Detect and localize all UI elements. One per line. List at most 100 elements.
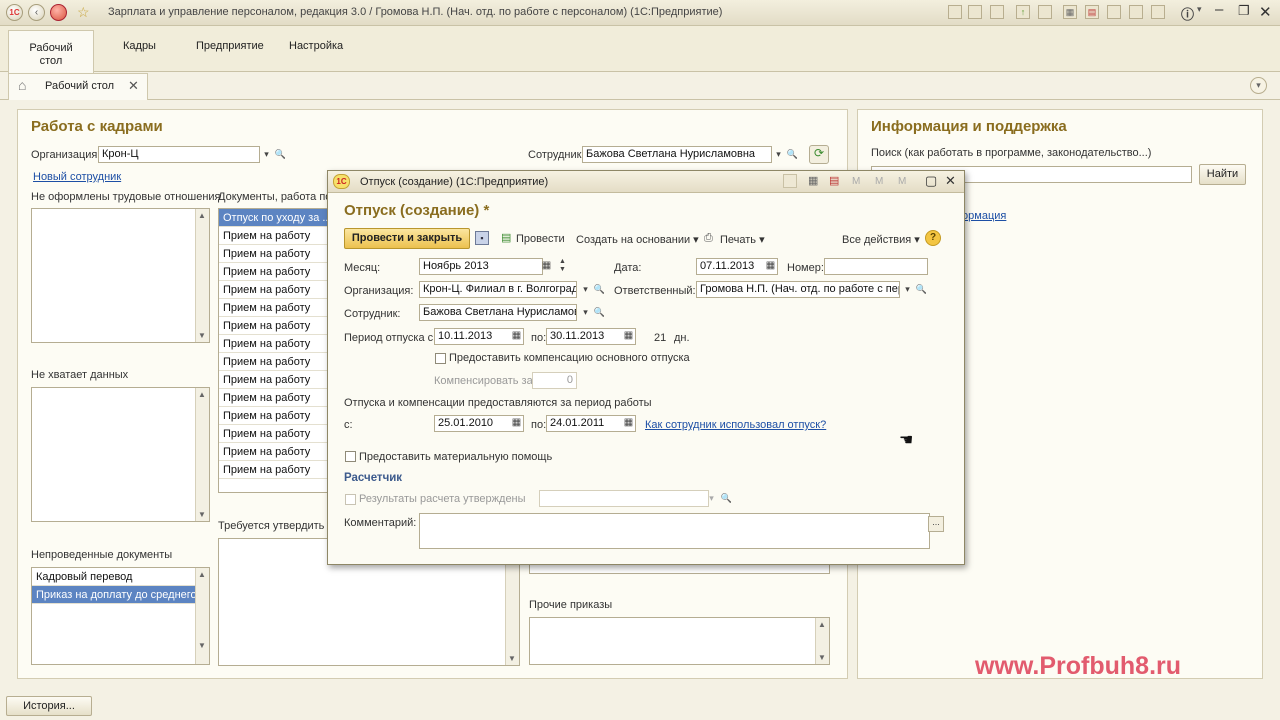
post-and-close-button[interactable]: Провести и закрыть [344,228,470,249]
used-vacation-link[interactable]: Как сотрудник использовал отпуск? [645,419,826,431]
unposted-list[interactable]: Кадровый перевод Приказ на доплату до ср… [31,567,210,665]
doc-list-item[interactable]: Прием на работу [219,227,329,245]
find-button[interactable]: Найти [1199,164,1246,185]
calc-results-checkbox[interactable] [345,494,356,505]
dropdown-icon[interactable]: ▾ [1197,4,1202,15]
org-field[interactable]: Крон-Ц. Филиал в г. Волгоград [419,281,577,298]
minimize-icon[interactable]: – [1215,1,1223,18]
calendar-icon[interactable]: ▦ [509,416,524,431]
save-icon[interactable]: ▪ [475,231,489,245]
doc-list-item[interactable]: Прием на работу [219,389,329,407]
close-icon[interactable]: ✕ [1259,3,1272,21]
employee-field[interactable]: Бажова Светлана Нурисламовна [419,304,577,321]
employee-field[interactable]: Бажова Светлана Нурисламовна [582,146,772,163]
nav-icon[interactable] [948,5,962,19]
forward-icon[interactable] [50,4,67,21]
search-icon[interactable]: 🔍 [719,491,734,506]
zoom-icon[interactable] [1151,5,1165,19]
dropdown-icon[interactable]: ▾ [259,147,274,162]
dropdown-icon[interactable]: ▾ [704,491,719,506]
create-based-button[interactable]: Создать на основании ▾ [576,233,699,246]
new-employee-link[interactable]: Новый сотрудник [33,171,121,183]
calendar-icon[interactable]: ▦ [763,259,778,274]
zoom-icon[interactable] [1107,5,1121,19]
scrollbar[interactable]: ▲▼ [195,568,209,664]
section-home[interactable]: Рабочий стол [8,30,94,73]
maximize-icon[interactable]: ▢ [925,173,937,189]
nav-icon[interactable] [990,5,1004,19]
doc-list-item[interactable]: Прием на работу [219,425,329,443]
zoom-icon[interactable]: M [875,176,883,187]
scrollbar[interactable]: ▲▼ [815,618,829,664]
doc-list-item[interactable]: Прием на работу [219,263,329,281]
printer-icon[interactable]: ⎙ [704,232,713,245]
calculator-icon[interactable]: ▦ [808,174,818,187]
1c-logo-icon[interactable]: 1С [6,4,23,21]
number-field[interactable] [824,258,928,275]
calculator-icon[interactable]: ▦ [1063,5,1077,19]
month-field[interactable]: Ноябрь 2013 [419,258,543,275]
scrollbar[interactable]: ▲▼ [195,209,209,342]
dropdown-icon[interactable]: ▾ [900,282,915,297]
spin-icon[interactable]: ▲ ▼ [555,258,570,273]
doc-list-item[interactable]: Прием на работу [219,317,329,335]
all-actions-button[interactable]: Все действия ▾ [842,233,920,246]
search-icon[interactable]: 🔍 [785,147,800,162]
doc-list-item[interactable]: Прием на работу [219,281,329,299]
calendar-icon[interactable]: ▦ [621,329,636,344]
scrollbar[interactable]: ▲▼ [195,388,209,521]
missing-data-list[interactable]: ▲ ▼ [31,387,210,522]
calendar-icon[interactable]: ▤ [829,174,839,187]
help-icon[interactable]: ? [925,230,941,246]
doc-list-item[interactable]: Отпуск по уходу за ... [219,209,329,227]
maximize-icon[interactable]: ❐ [1238,3,1250,19]
tab-desktop[interactable]: ⌂ Рабочий стол ✕ [8,73,148,100]
doc-list-item[interactable]: Прием на работу [219,353,329,371]
other-orders-list[interactable]: ▲ ▼ [529,617,830,665]
close-icon[interactable]: ✕ [945,173,956,189]
post-icon[interactable]: ▤ [501,231,511,244]
back-icon[interactable]: ‹ [28,4,45,21]
doc-list-item[interactable]: Прием на работу [219,461,329,479]
print-button[interactable]: Печать ▾ [720,233,765,246]
section-hr[interactable]: Кадры [123,40,156,52]
calendar-icon[interactable]: ▦ [621,416,636,431]
doc-list-item[interactable]: Прием на работу [219,245,329,263]
calc-results-field[interactable] [539,490,709,507]
section-enterprise[interactable]: Предприятие [196,40,264,52]
history-button[interactable]: История... [6,696,92,716]
dropdown-icon[interactable]: ▾ [578,305,593,320]
refresh-icon[interactable]: ⟳ [809,145,829,164]
comment-field[interactable] [419,513,930,549]
no-employment-list[interactable]: ▲ ▼ [31,208,210,343]
post-button[interactable]: Провести [516,233,565,245]
search-icon[interactable]: 🔍 [914,282,929,297]
search-icon[interactable]: 🔍 [273,147,288,162]
calendar-icon[interactable]: ▤ [1085,5,1099,19]
search-icon[interactable]: 🔍 [592,305,607,320]
search-icon[interactable]: 🔍 [592,282,607,297]
calendar-icon[interactable]: ▦ [539,259,554,274]
org-field[interactable]: Крон-Ц [98,146,260,163]
doc-list-item[interactable]: Прием на работу [219,407,329,425]
section-settings[interactable]: Настройка [289,40,343,52]
info-icon[interactable]: ⓘ [1181,4,1194,23]
zoom-icon[interactable]: M [898,176,906,187]
favorite-icon[interactable]: ↑ [1016,5,1030,19]
more-icon[interactable]: ... [928,516,944,532]
material-aid-checkbox[interactable] [345,451,356,462]
dropdown-icon[interactable]: ▾ [771,147,786,162]
list-item[interactable]: Кадровый перевод [32,568,209,586]
compensation-checkbox[interactable] [435,353,446,364]
close-icon[interactable]: ✕ [128,78,139,94]
responsible-field[interactable]: Громова Н.П. (Нач. отд. по работе с перс [696,281,900,298]
list-item[interactable]: Приказ на доплату до среднего ... [32,586,209,604]
copy-icon[interactable] [1038,5,1052,19]
compensate-for-field[interactable]: 0 [532,372,577,389]
nav-icon[interactable] [968,5,982,19]
docs-list[interactable]: Отпуск по уходу за ... Прием на работу При… [218,208,330,493]
zoom-icon[interactable] [1129,5,1143,19]
link-icon[interactable] [783,174,797,188]
dropdown-icon[interactable]: ▾ [578,282,593,297]
calendar-icon[interactable]: ▦ [509,329,524,344]
